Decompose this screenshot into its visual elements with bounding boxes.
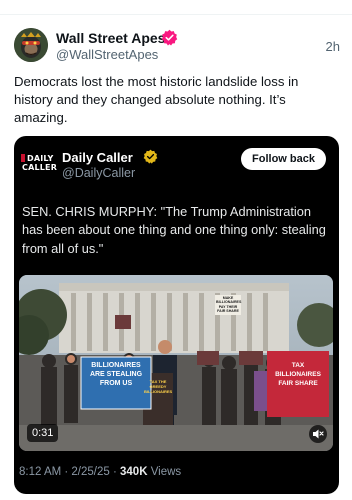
top-divider xyxy=(0,14,352,15)
views-label: Views xyxy=(147,466,182,478)
ape-avatar-icon xyxy=(14,28,48,62)
gold-verified-badge-icon xyxy=(143,149,158,164)
logo-flag-icon xyxy=(21,154,25,162)
quoted-post-text: SEN. CHRIS MURPHY: "The Trump Administra… xyxy=(22,204,326,256)
quoted-author-handle[interactable]: @DailyCaller xyxy=(62,166,135,180)
follow-back-button[interactable]: Follow back xyxy=(241,148,326,170)
logo-line1: DAILY xyxy=(27,154,54,163)
video-duration: 0:31 xyxy=(27,424,59,442)
sign-podium: TAX THE GREEDY BILLIONAIRES xyxy=(144,379,173,394)
author-handle[interactable]: @WallStreetApes xyxy=(56,47,158,62)
mute-button[interactable] xyxy=(309,425,327,443)
post-timestamp[interactable]: 8:12 AM · 2/25/25 · xyxy=(19,466,120,478)
views-count: 340K xyxy=(120,466,148,478)
daily-caller-logo[interactable]: DAILY CALLER xyxy=(21,150,57,176)
post-meta: 8:12 AM · 2/25/25 · 340K Views xyxy=(19,466,181,478)
author-name[interactable]: Wall Street Apes xyxy=(56,30,165,46)
sign-left: BILLIONAIRES ARE STEALING FROM US xyxy=(89,362,143,387)
sign-right: TAX BILLIONAIRES FAIR SHARE xyxy=(275,362,321,387)
quoted-author-name[interactable]: Daily Caller xyxy=(62,150,133,165)
verified-badge-icon xyxy=(161,29,178,46)
video-player[interactable]: BILLIONAIRES ARE STEALING FROM US TAX BI… xyxy=(19,275,333,451)
post-header: Wall Street Apes @WallStreetApes 2h xyxy=(14,28,340,64)
author-avatar[interactable] xyxy=(14,28,48,62)
logo-line2: CALLER xyxy=(22,163,58,172)
post-time[interactable]: 2h xyxy=(326,39,340,54)
post-text: Democrats lost the most historic landsli… xyxy=(14,74,299,125)
muted-speaker-icon xyxy=(313,429,324,439)
quoted-post[interactable]: DAILY CALLER Daily Caller @DailyCaller F… xyxy=(14,136,339,494)
sign-top: MAKE BILLIONAIRES PAY THEIR FAIR SHARE xyxy=(216,296,242,314)
